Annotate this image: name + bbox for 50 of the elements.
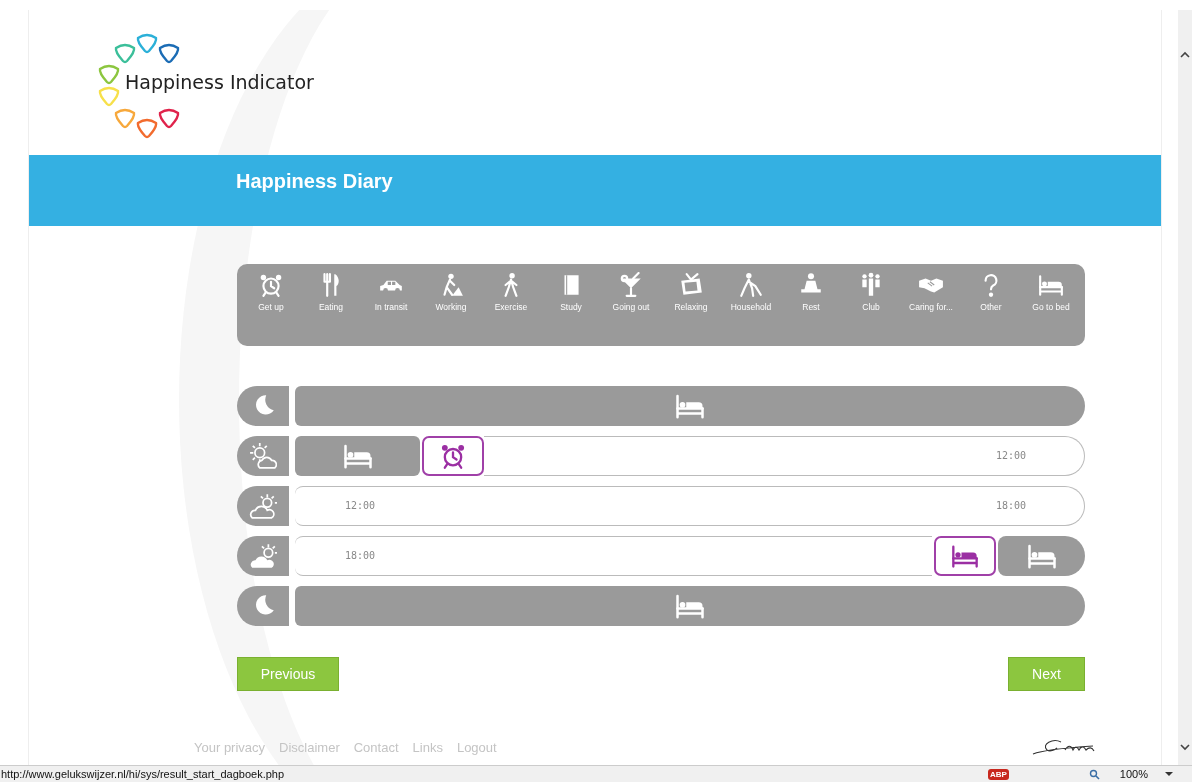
activity-button[interactable]: Going out bbox=[601, 272, 661, 320]
activity-button[interactable]: Eating bbox=[301, 272, 361, 320]
activity-button[interactable]: Get up bbox=[241, 272, 301, 320]
time-label: 18:00 bbox=[345, 550, 376, 561]
scroll-down-icon[interactable] bbox=[1179, 742, 1191, 752]
footer-link[interactable]: Logout bbox=[456, 739, 497, 755]
timeline-slot[interactable]: 18:00 bbox=[295, 536, 932, 576]
scroll-up-icon[interactable] bbox=[1179, 50, 1191, 60]
vacuum-cleaner-person-icon bbox=[738, 272, 764, 298]
footer-link[interactable]: Your privacy bbox=[194, 739, 266, 755]
activity-button[interactable]: Caring for... bbox=[901, 272, 961, 320]
sleep-block[interactable] bbox=[998, 536, 1085, 576]
activity-button[interactable]: Study bbox=[541, 272, 601, 320]
status-url: http://www.gelukswijzer.nl/hi/sys/result_start_dagboek.php bbox=[1, 768, 286, 780]
logo-title: Happiness Indicator bbox=[125, 70, 314, 93]
page-title: Happiness Diary bbox=[236, 170, 393, 193]
sun-behind-cloud-icon bbox=[249, 442, 277, 470]
activity-button[interactable]: Working bbox=[421, 272, 481, 320]
sleep-block[interactable] bbox=[295, 436, 420, 476]
timeline-slot[interactable]: 12:00 bbox=[484, 436, 1085, 476]
previous-button[interactable]: Previous bbox=[237, 657, 339, 691]
activity-button[interactable]: Go to bed bbox=[1021, 272, 1081, 320]
alarm-clock-icon bbox=[439, 442, 467, 470]
activity-button[interactable]: Household bbox=[721, 272, 781, 320]
time-marker-button[interactable] bbox=[934, 536, 996, 576]
activity-button[interactable]: Other bbox=[961, 272, 1021, 320]
footer-link[interactable]: Links bbox=[412, 739, 443, 755]
adblock-badge[interactable]: ABP bbox=[987, 768, 1009, 780]
zoom-level[interactable]: 100% bbox=[1088, 768, 1148, 780]
sun-setting-behind-cloud-icon bbox=[249, 542, 277, 570]
magnifier-icon bbox=[1088, 768, 1100, 780]
time-label: 12:00 bbox=[345, 500, 376, 511]
time-label: 12:00 bbox=[995, 450, 1026, 461]
activity-button[interactable]: Club bbox=[841, 272, 901, 320]
dropdown-caret-icon[interactable] bbox=[1164, 771, 1174, 777]
television-icon bbox=[678, 272, 704, 298]
time-marker-button[interactable] bbox=[422, 436, 484, 476]
activity-button[interactable]: Relaxing bbox=[661, 272, 721, 320]
footer-link[interactable]: Disclaimer bbox=[279, 739, 340, 755]
scrollbar[interactable] bbox=[1178, 10, 1192, 766]
activity-button[interactable]: Exercise bbox=[481, 272, 541, 320]
footer-link[interactable]: Contact bbox=[353, 739, 399, 755]
sun-and-cloud-icon bbox=[249, 492, 277, 520]
activity-button[interactable]: In transit bbox=[361, 272, 421, 320]
bed-icon bbox=[1038, 272, 1064, 298]
activity-button[interactable]: Rest bbox=[781, 272, 841, 320]
time-label: 18:00 bbox=[995, 500, 1026, 511]
timeline-slot[interactable]: 12:00 18:00 bbox=[295, 486, 1085, 526]
alarm-clock-icon bbox=[258, 272, 284, 298]
next-button[interactable]: Next bbox=[1008, 657, 1085, 691]
